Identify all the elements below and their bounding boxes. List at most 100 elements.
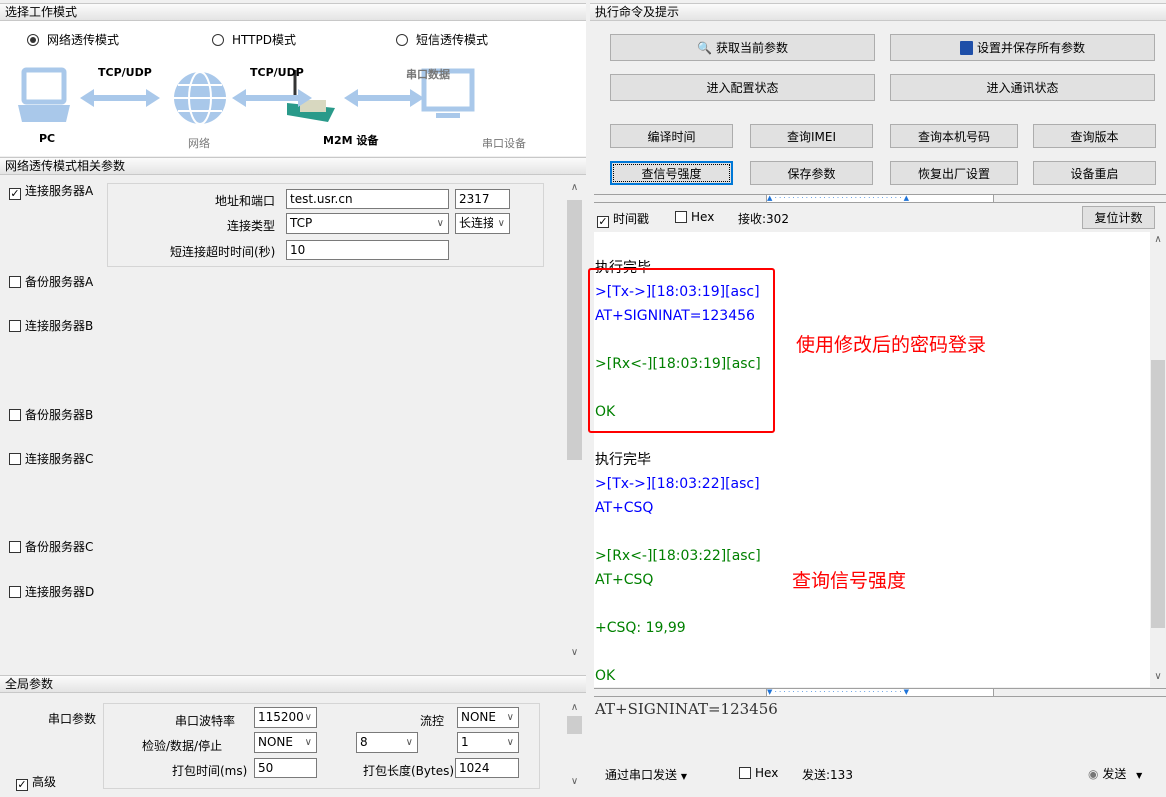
log-line: >[Tx->][18:03:22][asc] bbox=[595, 476, 760, 492]
diagram-network-label: 网络 bbox=[188, 137, 210, 150]
diagram-m2m-label: M2M 设备 bbox=[323, 134, 379, 147]
advanced-label: 高级 bbox=[32, 775, 57, 789]
server-label: 备份服务器B bbox=[25, 408, 94, 422]
hex-label: Hex bbox=[755, 766, 779, 780]
global-scrollbar[interactable]: ∧ ∨ bbox=[566, 700, 583, 792]
send-button[interactable]: ◉ 发送 ▼ bbox=[1088, 765, 1142, 782]
dropdown-arrow-icon: ▼ bbox=[680, 772, 687, 781]
params-header: 网络透传模式相关参数 bbox=[0, 157, 586, 175]
query-imei-button[interactable]: 查询IMEI bbox=[750, 124, 873, 148]
pack-time-label: 打包时间(ms) bbox=[172, 764, 248, 778]
send-via-dropdown[interactable]: 通过串口发送 ▼ bbox=[605, 766, 687, 783]
pack-time-input[interactable]: 50 bbox=[254, 758, 317, 778]
type-select[interactable]: TCP ∨ bbox=[286, 213, 449, 234]
scroll-up-icon[interactable]: ∧ bbox=[566, 182, 583, 198]
laptop-icon bbox=[18, 67, 70, 122]
server-b-checkbox[interactable]: 连接服务器B bbox=[9, 317, 93, 334]
factory-reset-button[interactable]: 恢复出厂设置 bbox=[890, 161, 1018, 185]
pack-len-input[interactable]: 1024 bbox=[455, 758, 519, 778]
params-scrollbar[interactable]: ∧ ∨ bbox=[566, 180, 583, 663]
timeout-input[interactable]: 10 bbox=[286, 240, 449, 260]
scroll-thumb[interactable] bbox=[567, 200, 582, 460]
mode-radio-httpd[interactable]: HTTPD模式 bbox=[212, 31, 296, 48]
addr-input[interactable]: test.usr.cn bbox=[286, 189, 449, 209]
chevron-down-icon: ∨ bbox=[304, 708, 312, 727]
save-params-button[interactable]: 保存参数 bbox=[750, 161, 873, 185]
mode-radio-sms[interactable]: 短信透传模式 bbox=[396, 31, 488, 48]
log-line: AT+CSQ bbox=[595, 500, 654, 516]
server-c-checkbox[interactable]: 连接服务器C bbox=[9, 450, 93, 467]
splitter-grip[interactable]: ▲ · · · · · · · · · · · · · · · · · · · … bbox=[766, 194, 994, 203]
checkbox-icon bbox=[9, 586, 21, 598]
log-scrollbar[interactable]: ∧ ∨ bbox=[1150, 232, 1166, 687]
button-label: 获取当前参数 bbox=[715, 41, 788, 55]
backup-a-checkbox[interactable]: 备份服务器A bbox=[9, 273, 93, 290]
mode-radio-network[interactable]: 网络透传模式 bbox=[27, 31, 119, 48]
server-label: 备份服务器A bbox=[25, 275, 94, 289]
annotation-signal: 查询信号强度 bbox=[792, 570, 907, 592]
scroll-down-icon[interactable]: ∨ bbox=[1150, 671, 1166, 687]
query-signal-button[interactable]: 查信号强度 bbox=[610, 161, 733, 185]
scroll-thumb[interactable] bbox=[1151, 360, 1165, 628]
reset-count-button[interactable]: 复位计数 bbox=[1082, 206, 1155, 229]
select-value: NONE bbox=[258, 735, 293, 749]
scroll-down-icon[interactable]: ∨ bbox=[566, 647, 583, 663]
get-params-button[interactable]: 🔍 获取当前参数 bbox=[610, 34, 875, 61]
baud-select[interactable]: 115200 ∨ bbox=[254, 707, 317, 728]
scroll-down-icon[interactable]: ∨ bbox=[566, 776, 583, 792]
splitter-grip[interactable]: ▼ · · · · · · · · · · · · · · · · · · · … bbox=[766, 688, 994, 697]
send-input[interactable]: AT+SIGNINAT=123456 bbox=[594, 700, 1166, 755]
checkbox-icon bbox=[9, 276, 21, 288]
parity-select[interactable]: NONE ∨ bbox=[254, 732, 317, 753]
compile-time-button[interactable]: 编译时间 bbox=[610, 124, 733, 148]
mode-header: 选择工作模式 bbox=[0, 3, 586, 21]
select-value: 115200 bbox=[258, 710, 304, 724]
send-hex-checkbox[interactable]: Hex bbox=[739, 766, 778, 780]
diagram-link2-label: TCP/UDP bbox=[250, 66, 304, 79]
query-number-button[interactable]: 查询本机号码 bbox=[890, 124, 1018, 148]
backup-c-checkbox[interactable]: 备份服务器C bbox=[9, 538, 93, 555]
diagram-link3-label: 串口数据 bbox=[406, 68, 450, 81]
chevron-down-icon: ∨ bbox=[304, 737, 312, 748]
pack-len-label: 打包长度(Bytes) bbox=[363, 764, 455, 778]
diagram-link1-label: TCP/UDP bbox=[98, 66, 152, 79]
annotation-login: 使用修改后的密码登录 bbox=[796, 334, 987, 356]
databits-select[interactable]: 8 ∨ bbox=[356, 732, 418, 753]
checkbox-icon bbox=[739, 767, 751, 779]
server-d-checkbox[interactable]: 连接服务器D bbox=[9, 583, 94, 600]
advanced-checkbox[interactable]: ✓ 高级 bbox=[16, 773, 56, 791]
log-line: >[Rx<-][18:03:22][asc] bbox=[595, 548, 761, 564]
baud-label: 串口波特率 bbox=[175, 714, 236, 728]
chevron-down-icon: ∨ bbox=[436, 218, 444, 229]
send-label: 发送 bbox=[1102, 767, 1127, 781]
server-a-checkbox[interactable]: ✓ 连接服务器A bbox=[9, 182, 93, 200]
port-input[interactable]: 2317 bbox=[455, 189, 510, 209]
backup-b-checkbox[interactable]: 备份服务器B bbox=[9, 406, 93, 423]
recv-count: 接收:302 bbox=[738, 212, 789, 226]
scroll-up-icon[interactable]: ∧ bbox=[1150, 234, 1166, 250]
parity-label: 检验/数据/停止 bbox=[142, 739, 223, 753]
enter-config-button[interactable]: 进入配置状态 bbox=[610, 74, 875, 101]
checkbox-icon bbox=[9, 453, 21, 465]
timestamp-checkbox[interactable]: ✓ 时间戳 bbox=[597, 210, 649, 228]
type-label: 连接类型 bbox=[227, 219, 276, 233]
enter-comm-button[interactable]: 进入通讯状态 bbox=[890, 74, 1155, 101]
chevron-down-icon: ∨ bbox=[497, 214, 505, 233]
stopbits-select[interactable]: 1 ∨ bbox=[457, 732, 519, 753]
server-label: 连接服务器D bbox=[25, 585, 95, 599]
scroll-thumb[interactable] bbox=[567, 716, 582, 734]
sent-count: 发送:133 bbox=[802, 768, 853, 782]
document-search-icon: 🔍 bbox=[697, 40, 712, 55]
flow-select[interactable]: NONE ∨ bbox=[457, 707, 519, 728]
recv-hex-checkbox[interactable]: Hex bbox=[675, 210, 714, 224]
query-version-button[interactable]: 查询版本 bbox=[1033, 124, 1156, 148]
globe-icon bbox=[174, 71, 226, 125]
checkbox-icon bbox=[9, 541, 21, 553]
save-all-button[interactable]: 设置并保存所有参数 bbox=[890, 34, 1155, 61]
select-value: 长连接 bbox=[459, 216, 493, 230]
checkbox-icon: ✓ bbox=[597, 215, 609, 228]
reboot-button[interactable]: 设备重启 bbox=[1033, 161, 1156, 185]
conn-mode-select[interactable]: 长连接 ∨ bbox=[455, 213, 510, 234]
